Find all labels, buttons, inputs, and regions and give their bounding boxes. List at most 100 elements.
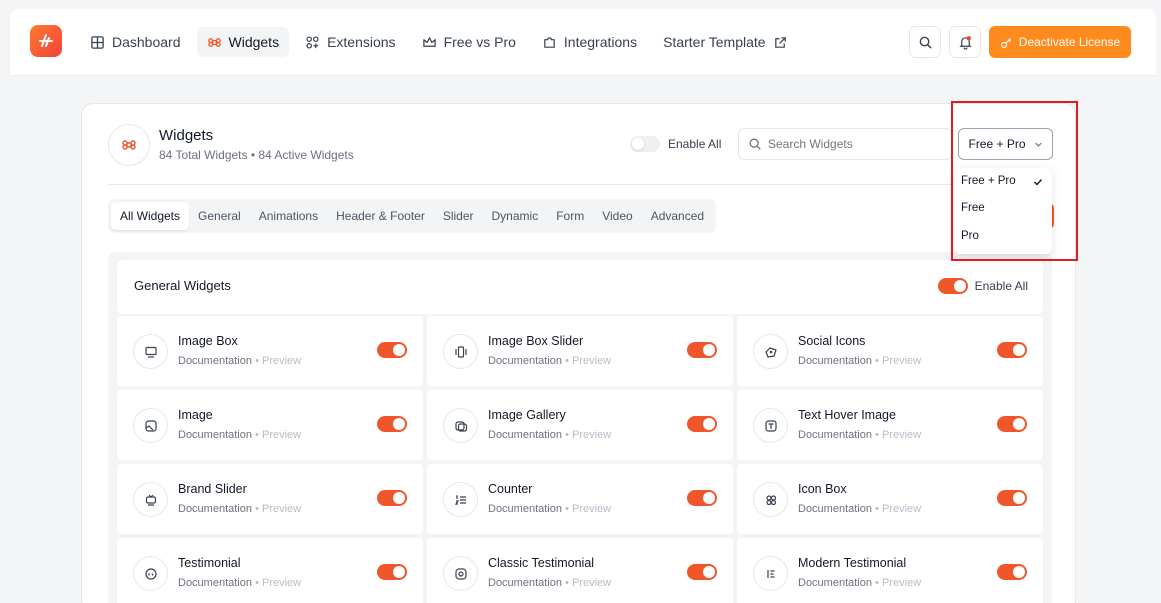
widget-toggle[interactable] — [997, 342, 1027, 358]
tab-form[interactable]: Form — [547, 202, 593, 230]
category-tabs: All Widgets General Animations Header & … — [108, 199, 717, 233]
tab-header-footer[interactable]: Header & Footer — [327, 202, 434, 230]
widget-toggle[interactable] — [377, 490, 407, 506]
modern-testimonial-icon — [766, 569, 774, 578]
widget-icon-wrap — [753, 482, 788, 517]
widget-name: Text Hover Image — [798, 408, 896, 422]
counter-icon — [454, 494, 466, 505]
widget-toggle[interactable] — [687, 490, 717, 506]
nav-item-extensions[interactable]: Extensions — [295, 27, 405, 57]
widget-links: Documentation • Preview — [488, 577, 611, 589]
widget-name: Image Box — [178, 334, 238, 348]
widget-links: Documentation • Preview — [178, 429, 301, 441]
widget-grid: Image Box Documentation • Preview Image Bo… — [117, 316, 1043, 603]
link-separator: • — [255, 429, 259, 441]
widget-toggle[interactable] — [687, 416, 717, 432]
enable-all-toggle[interactable] — [630, 136, 660, 152]
tab-all-widgets[interactable]: All Widgets — [111, 202, 190, 230]
preview-link[interactable]: Preview — [262, 429, 301, 441]
tab-advanced[interactable]: Advanced — [642, 202, 713, 230]
nav-item-integrations[interactable]: Integrations — [532, 27, 647, 57]
documentation-link[interactable]: Documentation — [488, 577, 562, 589]
app-logo[interactable] — [30, 25, 62, 57]
preview-link[interactable]: Preview — [572, 503, 611, 515]
widget-toggle[interactable] — [687, 342, 717, 358]
preview-link[interactable]: Preview — [572, 355, 611, 367]
link-separator: • — [565, 503, 569, 515]
icon-box-icon — [765, 494, 776, 505]
documentation-link[interactable]: Documentation — [488, 429, 562, 441]
widget-card: Icon Box Documentation • Preview — [737, 464, 1043, 534]
widget-card: Image Box Documentation • Preview — [117, 316, 423, 386]
nav-item-starter-template[interactable]: Starter Template — [653, 27, 797, 57]
top-navigation-bar: Dashboard Widgets Extensions Free vs Pro… — [10, 9, 1156, 76]
preview-link[interactable]: Preview — [262, 355, 301, 367]
nav-item-free-vs-pro[interactable]: Free vs Pro — [412, 27, 526, 57]
widget-toggle[interactable] — [997, 490, 1027, 506]
nav-label: Free vs Pro — [443, 34, 516, 50]
widget-card: Brand Slider Documentation • Preview — [117, 464, 423, 534]
documentation-link[interactable]: Documentation — [488, 355, 562, 367]
widget-toggle[interactable] — [377, 342, 407, 358]
brand-icon — [145, 494, 156, 506]
widget-name: Counter — [488, 482, 533, 496]
deactivate-label: Deactivate License — [1018, 35, 1121, 49]
documentation-link[interactable]: Documentation — [178, 503, 252, 515]
widget-icon-wrap — [133, 482, 168, 517]
preview-link[interactable]: Preview — [882, 355, 921, 367]
link-separator: • — [565, 577, 569, 589]
panel-enable-all-toggle[interactable] — [937, 278, 968, 294]
preview-link[interactable]: Preview — [572, 429, 611, 441]
nav-item-dashboard[interactable]: Dashboard — [80, 27, 191, 57]
widget-toggle[interactable] — [687, 564, 717, 580]
widget-links: Documentation • Preview — [798, 429, 921, 441]
widget-icon-wrap — [443, 482, 478, 517]
link-separator: • — [565, 355, 569, 367]
widget-name: Social Icons — [798, 334, 866, 348]
tab-general[interactable]: General — [189, 202, 250, 230]
documentation-link[interactable]: Documentation — [488, 503, 562, 515]
panel-enable-all-label: Enable All — [974, 279, 1028, 293]
nav-label: Widgets — [228, 34, 280, 50]
preview-link[interactable]: Preview — [882, 429, 921, 441]
search-input[interactable] — [768, 137, 938, 151]
link-separator: • — [255, 577, 259, 589]
widget-links: Documentation • Preview — [488, 429, 611, 441]
documentation-link[interactable]: Documentation — [798, 577, 872, 589]
preview-link[interactable]: Preview — [882, 503, 921, 515]
nav-item-widgets[interactable]: Widgets — [196, 27, 290, 57]
widget-icon-wrap — [133, 408, 168, 443]
widget-card: Modern Testimonial Documentation • Previe… — [737, 538, 1043, 603]
widget-card: Image Documentation • Preview — [117, 390, 423, 460]
tab-slider[interactable]: Slider — [434, 202, 483, 230]
tab-animations[interactable]: Animations — [250, 202, 327, 230]
widget-links: Documentation • Preview — [798, 355, 921, 367]
deactivate-license-button[interactable]: Deactivate License — [989, 26, 1131, 58]
widget-card: Testimonial Documentation • Preview — [117, 538, 423, 603]
link-separator: • — [875, 355, 879, 367]
widget-toggle[interactable] — [997, 564, 1027, 580]
documentation-link[interactable]: Documentation — [798, 503, 872, 515]
widget-card: Social Icons Documentation • Preview — [737, 316, 1043, 386]
tab-video[interactable]: Video — [593, 202, 641, 230]
documentation-link[interactable]: Documentation — [798, 429, 872, 441]
key-icon — [1000, 37, 1011, 48]
widget-toggle[interactable] — [377, 416, 407, 432]
preview-link[interactable]: Preview — [262, 503, 301, 515]
tab-dynamic[interactable]: Dynamic — [483, 202, 548, 230]
main-nav: Dashboard Widgets Extensions Free vs Pro… — [80, 27, 798, 57]
widget-links: Documentation • Preview — [178, 577, 301, 589]
preview-link[interactable]: Preview — [882, 577, 921, 589]
panel-title: General Widgets — [134, 278, 231, 293]
preview-link[interactable]: Preview — [572, 577, 611, 589]
documentation-link[interactable]: Documentation — [178, 577, 252, 589]
widget-toggle[interactable] — [377, 564, 407, 580]
search-button[interactable] — [909, 26, 941, 58]
widget-toggle[interactable] — [997, 416, 1027, 432]
notifications-button[interactable] — [949, 26, 981, 58]
command-icon — [122, 140, 136, 150]
documentation-link[interactable]: Documentation — [178, 429, 252, 441]
documentation-link[interactable]: Documentation — [178, 355, 252, 367]
documentation-link[interactable]: Documentation — [798, 355, 872, 367]
preview-link[interactable]: Preview — [262, 577, 301, 589]
